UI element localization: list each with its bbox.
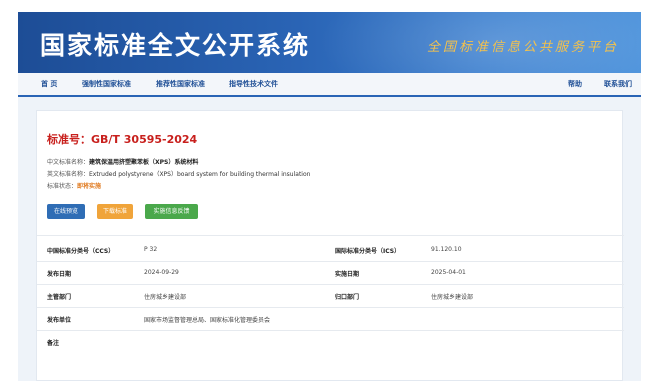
detail-row-dates: 发布日期 2024-09-29 实施日期 2025-04-01 [37, 262, 624, 284]
implement-date-label: 实施日期 [335, 271, 360, 278]
standard-number-label: 标准号： [47, 133, 91, 146]
cn-name-label: 中文标准名称： [47, 159, 90, 166]
remarks-label: 备注 [47, 340, 60, 347]
site-banner: 国家标准全文公开系统 全国标准信息公共服务平台 [18, 12, 641, 73]
ccs-label: 中国标准分类号（CCS） [47, 248, 115, 255]
standard-number-heading: 标准号：GB/T 30595-2024 [47, 131, 197, 147]
nav-help[interactable]: 帮助 [568, 79, 582, 89]
download-standard-button[interactable]: 下载标准 [97, 204, 133, 219]
implement-date-value: 2025-04-01 [431, 269, 466, 276]
detail-row-issuer: 发布单位 国家市场监督管理总局、国家标准化管理委员会 [37, 308, 624, 330]
department-value: 住房城乡建设部 [144, 294, 187, 301]
status-line: 标准状态：即将实施 [47, 181, 101, 190]
nav-contact-us[interactable]: 联系我们 [604, 79, 632, 89]
ccs-value: P 32 [144, 246, 158, 253]
en-name-line: 英文标准名称：Extruded polystyrene（XPS）board sy… [47, 169, 310, 178]
ics-value: 91.120.10 [431, 246, 462, 253]
platform-slogan: 全国标准信息公共服务平台 [426, 40, 619, 55]
standard-detail-card: 标准号：GB/T 30595-2024 中文标准名称：建筑保温用挤塑聚苯板（XP… [36, 110, 624, 381]
centralized-department-value: 住房城乡建设部 [431, 294, 474, 301]
publish-date-value: 2024-09-29 [144, 269, 179, 276]
status-label: 标准状态： [47, 183, 78, 190]
centralized-department-label: 归口部门 [335, 294, 360, 301]
detail-row-remarks: 备注 [37, 331, 624, 353]
main-nav: 首 页 强制性国家标准 推荐性国家标准 指导性技术文件 帮助 联系我们 [18, 73, 641, 97]
site-title: 国家标准全文公开系统 [40, 31, 311, 60]
section-divider [37, 235, 624, 236]
online-preview-button[interactable]: 在线预览 [47, 204, 85, 219]
issuer-value: 国家市场监督管理总局、国家标准化管理委员会 [144, 317, 271, 324]
standard-number: GB/T 30595-2024 [91, 133, 198, 146]
status-badge: 即将实施 [77, 183, 102, 190]
en-name-value: Extruded polystyrene（XPS）board system fo… [89, 171, 311, 178]
en-name-label: 英文标准名称： [47, 171, 90, 178]
publish-date-label: 发布日期 [47, 271, 72, 278]
cn-name-value: 建筑保温用挤塑聚苯板（XPS）系统材料 [89, 159, 199, 166]
department-label: 主管部门 [47, 294, 72, 301]
detail-row-departments: 主管部门 住房城乡建设部 归口部门 住房城乡建设部 [37, 285, 624, 307]
implementation-feedback-button[interactable]: 实施信息反馈 [145, 204, 198, 219]
issuer-label: 发布单位 [47, 317, 72, 324]
nav-mandatory-standards[interactable]: 强制性国家标准 [82, 79, 131, 89]
nav-home[interactable]: 首 页 [41, 79, 57, 89]
cn-name-line: 中文标准名称：建筑保温用挤塑聚苯板（XPS）系统材料 [47, 157, 198, 166]
ics-label: 国际标准分类号（ICS） [335, 248, 401, 255]
nav-recommended-standards[interactable]: 推荐性国家标准 [156, 79, 205, 89]
nav-guidance-documents[interactable]: 指导性技术文件 [229, 79, 278, 89]
detail-row-classification: 中国标准分类号（CCS） P 32 国际标准分类号（ICS） 91.120.10 [37, 239, 624, 261]
